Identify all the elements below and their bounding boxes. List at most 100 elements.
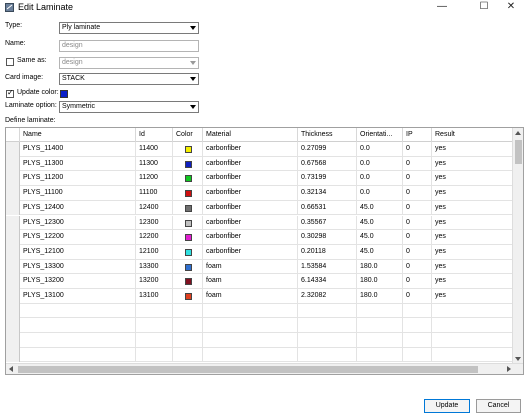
cell-name[interactable] xyxy=(20,318,136,334)
cell-id[interactable] xyxy=(136,318,173,334)
scroll-up-icon[interactable] xyxy=(515,131,521,135)
table-row[interactable]: PLYS_13100 13100 foam 2.32082 180.0 0 yes xyxy=(6,289,513,304)
cell-name[interactable]: PLYS_13300 xyxy=(20,259,136,275)
cell-result[interactable] xyxy=(432,347,513,363)
table-row[interactable] xyxy=(6,333,513,348)
ply-color-swatch[interactable] xyxy=(185,234,192,242)
cell-id[interactable]: 13200 xyxy=(136,274,173,289)
cell-thickness[interactable]: 0.66531 xyxy=(298,200,357,216)
cell-orientation[interactable]: 0.0 xyxy=(357,156,403,172)
cell-thickness[interactable]: 0.32134 xyxy=(298,186,357,201)
cell-name[interactable]: PLYS_11200 xyxy=(20,171,136,187)
horizontal-scroll-thumb[interactable] xyxy=(18,366,478,373)
row-header[interactable] xyxy=(6,156,20,172)
cell-name[interactable] xyxy=(20,333,136,348)
row-header[interactable] xyxy=(6,333,20,348)
name-field[interactable]: design xyxy=(59,40,199,52)
cell-material[interactable]: carbonfiber xyxy=(203,230,298,245)
row-header[interactable] xyxy=(6,230,20,245)
row-header[interactable] xyxy=(6,318,20,334)
cell-result[interactable]: yes xyxy=(432,230,513,245)
row-header[interactable] xyxy=(6,259,20,275)
card-image-select[interactable]: STACK xyxy=(59,73,199,85)
ply-color-swatch[interactable] xyxy=(185,219,192,227)
cell-ip[interactable] xyxy=(403,333,432,348)
cell-ip[interactable]: 0 xyxy=(403,230,432,245)
cell-orientation[interactable] xyxy=(357,333,403,348)
table-row[interactable]: PLYS_11400 11400 carbonfiber 0.27099 0.0 0 yes xyxy=(6,142,513,157)
cell-id[interactable]: 12200 xyxy=(136,230,173,245)
cell-material[interactable] xyxy=(203,303,298,319)
cell-ip[interactable]: 0 xyxy=(403,244,432,260)
update-color-swatch[interactable] xyxy=(60,90,68,98)
cell-name[interactable]: PLYS_12400 xyxy=(20,200,136,216)
cell-material[interactable] xyxy=(203,333,298,348)
cell-thickness[interactable]: 0.73199 xyxy=(298,171,357,187)
cell-thickness[interactable]: 0.67568 xyxy=(298,156,357,172)
update-color-checkbox[interactable] xyxy=(6,88,14,98)
ply-color-swatch[interactable] xyxy=(185,204,192,212)
cell-result[interactable]: yes xyxy=(432,289,513,304)
cell-orientation[interactable]: 0.0 xyxy=(357,186,403,201)
cell-orientation[interactable]: 45.0 xyxy=(357,230,403,245)
cell-thickness[interactable] xyxy=(298,303,357,319)
cell-name[interactable]: PLYS_11100 xyxy=(20,186,136,201)
row-header[interactable] xyxy=(6,142,20,157)
column-header-material[interactable]: Material xyxy=(203,128,298,142)
cell-color[interactable] xyxy=(173,259,203,275)
cell-material[interactable]: carbonfiber xyxy=(203,244,298,260)
cell-result[interactable] xyxy=(432,318,513,334)
cell-result[interactable]: yes xyxy=(432,200,513,216)
scroll-left-icon[interactable] xyxy=(9,366,13,372)
cell-orientation[interactable]: 0.0 xyxy=(357,142,403,157)
table-row[interactable]: PLYS_11200 11200 carbonfiber 0.73199 0.0 0 yes xyxy=(6,171,513,187)
cell-name[interactable]: PLYS_12100 xyxy=(20,244,136,260)
cell-ip[interactable]: 0 xyxy=(403,142,432,157)
cell-color[interactable] xyxy=(173,333,203,348)
cell-orientation[interactable]: 45.0 xyxy=(357,244,403,260)
horizontal-scrollbar[interactable] xyxy=(6,363,523,374)
cell-result[interactable]: yes xyxy=(432,274,513,289)
cell-orientation[interactable]: 180.0 xyxy=(357,274,403,289)
row-header[interactable] xyxy=(6,274,20,289)
cell-material[interactable]: carbonfiber xyxy=(203,156,298,172)
table-row[interactable]: PLYS_11100 11100 carbonfiber 0.32134 0.0 0 yes xyxy=(6,186,513,201)
row-header[interactable] xyxy=(6,215,20,231)
cell-thickness[interactable]: 0.35567 xyxy=(298,215,357,231)
ply-color-swatch[interactable] xyxy=(185,278,192,286)
laminate-option-select[interactable]: Symmetric xyxy=(59,101,199,113)
cell-name[interactable]: PLYS_11400 xyxy=(20,142,136,157)
cell-name[interactable]: PLYS_13200 xyxy=(20,274,136,289)
cell-color[interactable] xyxy=(173,171,203,187)
cell-orientation[interactable]: 45.0 xyxy=(357,215,403,231)
cell-color[interactable] xyxy=(173,318,203,334)
cell-color[interactable] xyxy=(173,274,203,289)
table-row[interactable]: PLYS_12200 12200 carbonfiber 0.30298 45.0 0 ye… xyxy=(6,230,513,245)
cell-id[interactable] xyxy=(136,347,173,363)
cell-material[interactable]: carbonfiber xyxy=(203,215,298,231)
table-row[interactable]: PLYS_12100 12100 carbonfiber 0.20118 45.0 0 ye… xyxy=(6,244,513,260)
table-row[interactable]: PLYS_12300 12300 carbonfiber 0.35567 45.0 0 ye… xyxy=(6,215,513,231)
cell-name[interactable]: PLYS_11300 xyxy=(20,156,136,172)
cell-orientation[interactable]: 0.0 xyxy=(357,171,403,187)
cell-thickness[interactable]: 6.14334 xyxy=(298,274,357,289)
cell-ip[interactable]: 0 xyxy=(403,289,432,304)
cell-material[interactable]: carbonfiber xyxy=(203,186,298,201)
cell-name[interactable]: PLYS_13100 xyxy=(20,289,136,304)
cell-id[interactable]: 13100 xyxy=(136,289,173,304)
cell-orientation[interactable]: 45.0 xyxy=(357,200,403,216)
cell-result[interactable] xyxy=(432,303,513,319)
cell-material[interactable] xyxy=(203,347,298,363)
cell-result[interactable]: yes xyxy=(432,156,513,172)
cell-color[interactable] xyxy=(173,244,203,260)
column-header-result[interactable]: Result xyxy=(432,128,513,142)
cell-thickness[interactable]: 2.32082 xyxy=(298,289,357,304)
row-header[interactable] xyxy=(6,303,20,319)
cell-thickness[interactable] xyxy=(298,347,357,363)
cell-result[interactable]: yes xyxy=(432,142,513,157)
vertical-scrollbar[interactable] xyxy=(512,128,523,364)
laminate-table[interactable]: Name Id Color Material Thickness Orienta… xyxy=(5,127,524,375)
cell-color[interactable] xyxy=(173,230,203,245)
cell-color[interactable] xyxy=(173,156,203,172)
cell-ip[interactable]: 0 xyxy=(403,215,432,231)
